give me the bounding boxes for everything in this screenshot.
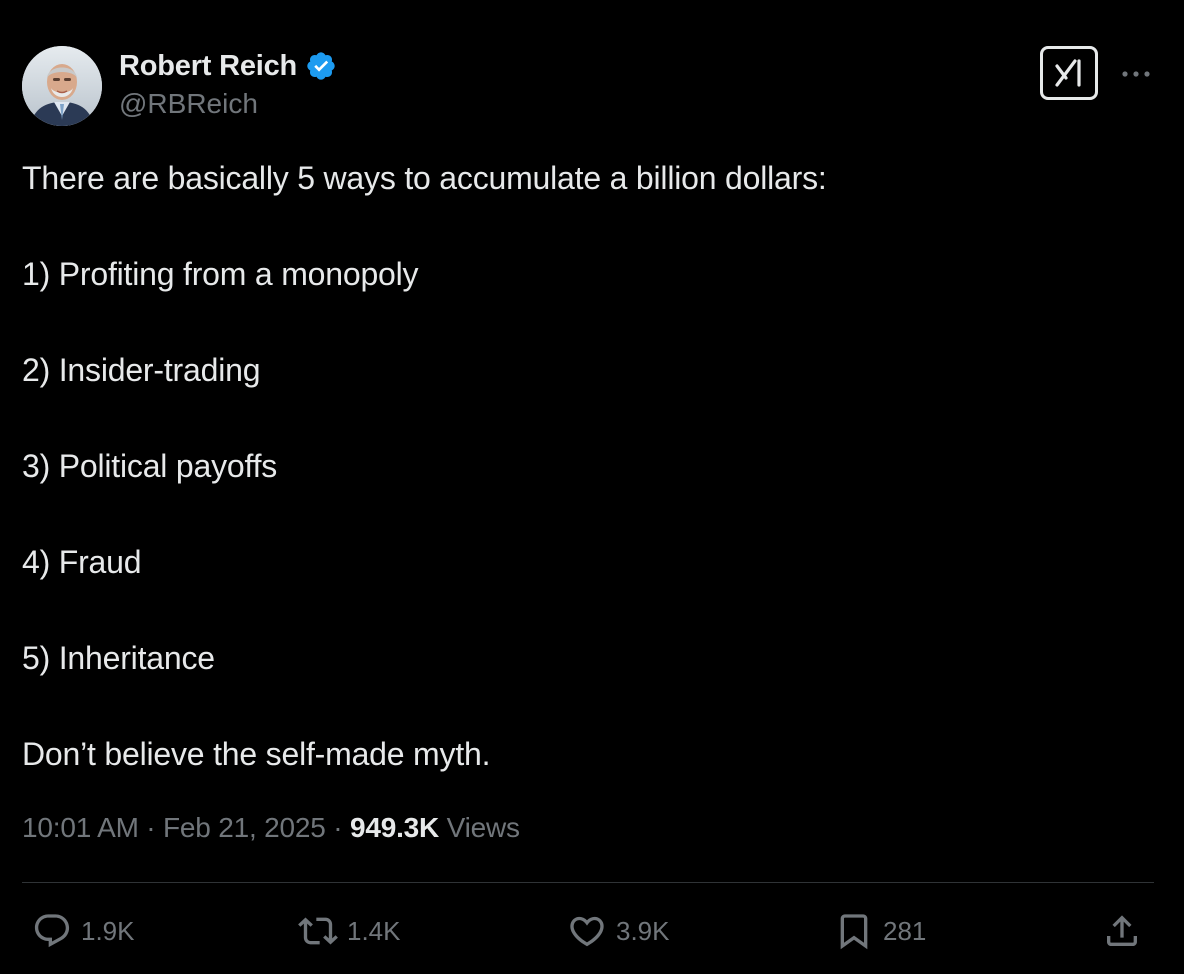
bookmark-count: 281	[883, 915, 927, 946]
reply-count: 1.9K	[81, 915, 135, 946]
reply-button[interactable]: 1.9K	[32, 906, 135, 956]
like-button[interactable]: 3.9K	[567, 906, 670, 956]
heart-icon	[570, 916, 604, 947]
divider	[22, 882, 1154, 883]
author-name-row: Robert Reich	[119, 48, 337, 84]
post-time[interactable]: 10:01 AM	[22, 812, 139, 843]
share-button[interactable]	[1102, 906, 1142, 956]
list-item: 3) Political payoffs	[22, 448, 278, 484]
avatar[interactable]	[22, 46, 102, 126]
tweet-meta: 10:01 AM · Feb 21, 2025 · 949.3K Views	[22, 812, 520, 844]
grok-icon	[1055, 59, 1081, 87]
author-handle[interactable]: @RBReich	[119, 88, 337, 120]
post-date[interactable]: Feb 21, 2025	[163, 812, 326, 843]
tweet-closing: Don’t believe the self-made myth.	[22, 736, 491, 772]
views-label: Views	[446, 812, 520, 843]
tweet-header: Robert Reich @RBReich	[22, 46, 1162, 128]
repost-count: 1.4K	[347, 915, 401, 946]
more-icon	[1122, 71, 1150, 77]
action-bar: 1.9K 1.4K 3.9K 281	[0, 906, 1184, 956]
share-icon	[1107, 915, 1137, 946]
grok-button[interactable]	[1040, 46, 1098, 100]
list-item: 5) Inheritance	[22, 640, 215, 676]
bookmark-button[interactable]: 281	[834, 906, 926, 956]
views-count: 949.3K	[349, 812, 440, 843]
tweet-intro: There are basically 5 ways to accumulate…	[22, 160, 827, 196]
like-count: 3.9K	[616, 915, 670, 946]
list-item: 4) Fraud	[22, 544, 142, 580]
repost-icon	[298, 917, 338, 945]
author-display-name[interactable]: Robert Reich	[119, 50, 297, 83]
more-options-button[interactable]	[1118, 56, 1154, 92]
meta-separator: ·	[333, 812, 343, 843]
author-info: Robert Reich @RBReich	[119, 48, 337, 120]
avatar-photo-icon	[22, 46, 102, 126]
bookmark-icon	[840, 914, 868, 950]
list-item: 2) Insider-trading	[22, 352, 261, 388]
tweet-text: There are basically 5 ways to accumulate…	[22, 154, 1152, 778]
tweet: Robert Reich @RBReich There are basicall…	[0, 0, 1184, 974]
repost-button[interactable]: 1.4K	[298, 906, 401, 956]
verified-badge-icon[interactable]	[305, 50, 337, 82]
meta-separator: ·	[146, 812, 156, 843]
reply-icon	[34, 914, 70, 948]
list-item: 1) Profiting from a monopoly	[22, 256, 419, 292]
